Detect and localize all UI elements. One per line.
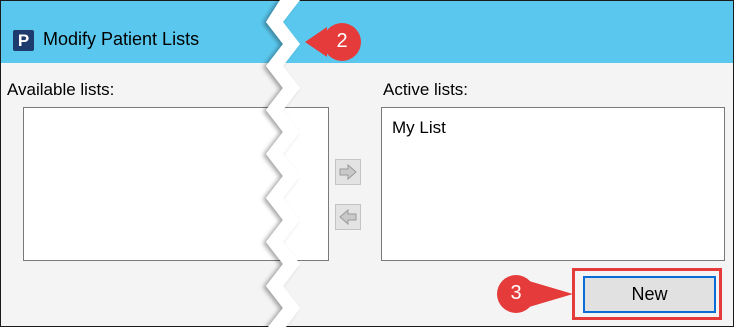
modify-patient-lists-dialog: P Modify Patient Lists Available lists: … <box>0 0 734 327</box>
arrow-left-icon <box>339 209 357 225</box>
arrow-right-icon <box>339 164 357 180</box>
window-title: Modify Patient Lists <box>43 29 200 49</box>
available-lists-box[interactable] <box>23 107 329 261</box>
available-lists-label: Available lists: <box>7 80 115 99</box>
move-left-button[interactable] <box>335 204 361 230</box>
title-bar: P Modify Patient Lists <box>1 1 733 63</box>
app-p-icon: P <box>13 30 34 51</box>
callout-3-number: 3 <box>510 282 522 304</box>
active-lists-label: Active lists: <box>383 80 469 99</box>
list-item[interactable]: My List <box>392 118 446 138</box>
new-button[interactable]: New <box>583 276 716 313</box>
move-right-button[interactable] <box>335 159 361 185</box>
callout-2-number: 2 <box>336 30 348 52</box>
active-lists-box[interactable]: My List <box>381 107 725 261</box>
